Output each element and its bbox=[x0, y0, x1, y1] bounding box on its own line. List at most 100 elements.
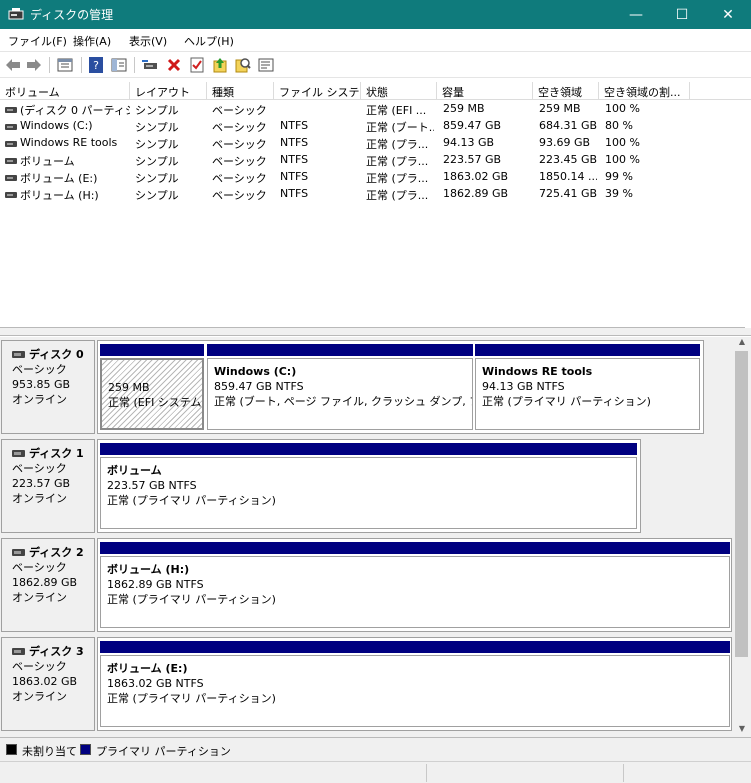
partition-windows-c[interactable]: Windows (C:) 859.47 GB NTFS 正常 (ブート, ページ… bbox=[207, 344, 473, 430]
menu-file[interactable]: ファイル(F) bbox=[8, 33, 67, 49]
volume-list: ボリューム レイアウト 種類 ファイル システム 状態 容量 空き領域 空き領域… bbox=[0, 82, 751, 328]
connect-drive-button[interactable] bbox=[141, 56, 159, 74]
column-header-file-system[interactable]: ファイル システム bbox=[274, 82, 361, 100]
partition-size: 223.57 GB NTFS bbox=[107, 479, 197, 492]
volume-row[interactable]: ボリューム (H:) シンプル ベーシック NTFS 正常 (プラ... 1862.89 … bbox=[0, 186, 751, 203]
disk-name: ディスク 3 bbox=[12, 644, 94, 659]
volume-drive-icon bbox=[5, 192, 17, 198]
volume-drive-icon bbox=[5, 141, 17, 147]
toolbar-separator bbox=[134, 57, 135, 73]
menu-action[interactable]: 操作(A) bbox=[73, 33, 111, 49]
partition-efi[interactable]: 259 MB 正常 (EFI システム パ bbox=[100, 344, 204, 430]
partition-body: ボリューム 223.57 GB NTFS 正常 (プライマリ パーティション) bbox=[100, 457, 637, 529]
import-button[interactable] bbox=[211, 56, 229, 74]
pane-splitter[interactable] bbox=[0, 328, 751, 336]
volume-row[interactable]: (ディスク 0 パーティシ... シンプル ベーシック 正常 (EFI ... 259 … bbox=[0, 101, 751, 118]
show-hide-console-tree-button[interactable] bbox=[110, 56, 128, 74]
volume-cell-free-space: 93.69 GB bbox=[539, 136, 591, 149]
disk-info[interactable]: ディスク 3 ベーシック 1863.02 GB オンライン bbox=[1, 637, 95, 731]
disk-map-scrollbar[interactable]: ▲ ▼ bbox=[733, 337, 751, 737]
scroll-up-icon[interactable]: ▲ bbox=[733, 337, 751, 350]
search-button[interactable] bbox=[234, 56, 252, 74]
disk-partitions: ボリューム (E:) 1863.02 GB NTFS 正常 (プライマリ パーテ… bbox=[97, 637, 732, 731]
disk-info[interactable]: ディスク 1 ベーシック 223.57 GB オンライン bbox=[1, 439, 95, 533]
volume-cell-type: ベーシック bbox=[212, 121, 267, 134]
legend-swatch-unallocated bbox=[6, 744, 17, 755]
toolbar: ? bbox=[0, 51, 751, 78]
volume-cell-status: 正常 (プラ... bbox=[366, 189, 429, 202]
forward-icon bbox=[27, 59, 41, 71]
volume-cell-type: ベーシック bbox=[212, 155, 267, 168]
column-header-capacity[interactable]: 容量 bbox=[437, 82, 533, 100]
delete-button[interactable] bbox=[165, 56, 183, 74]
partition-windows-re-tools[interactable]: Windows RE tools 94.13 GB NTFS 正常 (プライマリ… bbox=[475, 344, 700, 430]
volume-cell-file-system: NTFS bbox=[280, 187, 309, 200]
partition-name: Windows RE tools bbox=[482, 365, 593, 378]
column-header-layout[interactable]: レイアウト bbox=[130, 82, 207, 100]
volume-list-scrollbar[interactable] bbox=[745, 100, 751, 328]
menu-bar: ファイル(F) 操作(A) 表示(V) ヘルプ(H) bbox=[0, 29, 751, 51]
volume-row[interactable]: Windows RE tools シンプル ベーシック NTFS 正常 (プラ... 94… bbox=[0, 135, 751, 152]
partition-name: ボリューム (E:) bbox=[107, 662, 188, 675]
partition-name: ボリューム bbox=[107, 464, 162, 477]
minimize-button[interactable]: — bbox=[613, 0, 659, 29]
volume-row[interactable]: ボリューム シンプル ベーシック NTFS 正常 (プラ... 223.57 GB 223.… bbox=[0, 152, 751, 169]
disk-info[interactable]: ディスク 0 ベーシック 953.85 GB オンライン bbox=[1, 340, 95, 434]
disk-status: オンライン bbox=[12, 492, 67, 505]
back-button[interactable] bbox=[4, 56, 22, 74]
disk-info[interactable]: ディスク 2 ベーシック 1862.89 GB オンライン bbox=[1, 538, 95, 632]
volume-cell-capacity: 1862.89 GB bbox=[443, 187, 509, 200]
scroll-down-icon[interactable]: ▼ bbox=[733, 724, 751, 737]
volume-cell-percent-free: 100 % bbox=[605, 102, 640, 115]
column-header-volume[interactable]: ボリューム bbox=[0, 82, 130, 100]
disk-partitions: ボリューム 223.57 GB NTFS 正常 (プライマリ パーティション) bbox=[97, 439, 641, 533]
partition-size: 1862.89 GB NTFS bbox=[107, 578, 204, 591]
partition-body: Windows RE tools 94.13 GB NTFS 正常 (プライマリ… bbox=[475, 358, 700, 430]
disk-management-app-icon bbox=[8, 8, 24, 20]
column-header-type[interactable]: 種類 bbox=[207, 82, 274, 100]
disk-type: ベーシック bbox=[12, 660, 67, 673]
volume-cell-type: ベーシック bbox=[212, 138, 267, 151]
check-properties-button[interactable] bbox=[188, 56, 206, 74]
close-button[interactable]: ✕ bbox=[705, 0, 751, 29]
volume-cell-layout: シンプル bbox=[135, 104, 179, 117]
volume-cell-file-system: NTFS bbox=[280, 119, 309, 132]
volume-cell-file-system: NTFS bbox=[280, 136, 309, 149]
menu-view[interactable]: 表示(V) bbox=[129, 33, 167, 49]
forward-button[interactable] bbox=[25, 56, 43, 74]
volume-cell-percent-free: 99 % bbox=[605, 170, 633, 183]
status-pane bbox=[623, 764, 751, 782]
volume-cell-capacity: 94.13 GB bbox=[443, 136, 495, 149]
disk-type: ベーシック bbox=[12, 462, 67, 475]
legend-label-primary: プライマリ パーティション bbox=[96, 745, 231, 758]
volume-cell-free-space: 684.31 GB bbox=[539, 119, 597, 132]
help-button[interactable]: ? bbox=[87, 56, 105, 74]
properties-view-button[interactable] bbox=[56, 56, 74, 74]
volume-cell-status: 正常 (プラ... bbox=[366, 138, 429, 151]
volume-list-header: ボリューム レイアウト 種類 ファイル システム 状態 容量 空き領域 空き領域… bbox=[0, 82, 751, 100]
volume-row[interactable]: ボリューム (E:) シンプル ベーシック NTFS 正常 (プラ... 1863.02 … bbox=[0, 169, 751, 186]
partition-volume-e[interactable]: ボリューム (E:) 1863.02 GB NTFS 正常 (プライマリ パーテ… bbox=[100, 641, 730, 727]
volume-cell-volume-name: (ディスク 0 パーティシ... bbox=[20, 104, 130, 117]
disk-name: ディスク 0 bbox=[12, 347, 94, 362]
volume-cell-free-space: 223.45 GB bbox=[539, 153, 597, 166]
volume-drive-icon bbox=[5, 158, 17, 164]
disk-size: 1863.02 GB bbox=[12, 675, 78, 688]
scrollbar-thumb[interactable] bbox=[735, 351, 748, 657]
volume-cell-type: ベーシック bbox=[212, 104, 267, 117]
partition-name bbox=[108, 365, 202, 380]
maximize-button[interactable]: ☐ bbox=[659, 0, 705, 29]
menu-help[interactable]: ヘルプ(H) bbox=[184, 33, 234, 49]
partition-volume-h[interactable]: ボリューム (H:) 1862.89 GB NTFS 正常 (プライマリ パーテ… bbox=[100, 542, 730, 628]
disk-type: ベーシック bbox=[12, 561, 67, 574]
volume-row[interactable]: Windows (C:) シンプル ベーシック NTFS 正常 (ブート... 859.4… bbox=[0, 118, 751, 135]
column-header-percent-free[interactable]: 空き領域の割... bbox=[599, 82, 690, 100]
new-window-button[interactable] bbox=[257, 56, 275, 74]
column-header-free-space[interactable]: 空き領域 bbox=[533, 82, 599, 100]
partition-volume[interactable]: ボリューム 223.57 GB NTFS 正常 (プライマリ パーティション) bbox=[100, 443, 637, 529]
column-header-status[interactable]: 状態 bbox=[361, 82, 437, 100]
volume-cell-percent-free: 80 % bbox=[605, 119, 633, 132]
volume-cell-capacity: 259 MB bbox=[443, 102, 485, 115]
volume-cell-layout: シンプル bbox=[135, 155, 179, 168]
volume-cell-volume-name: ボリューム (H:) bbox=[20, 189, 99, 202]
